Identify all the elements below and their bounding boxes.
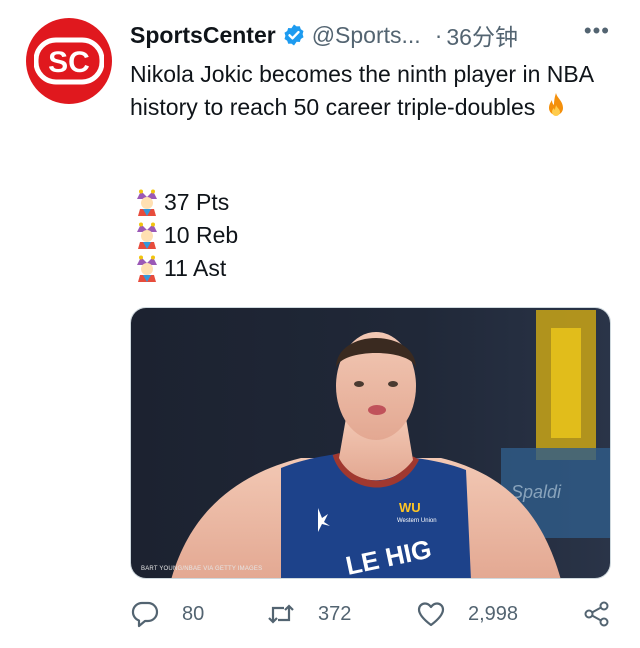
- stat-points-label: 37 Pts: [164, 189, 230, 215]
- tweet-text: Nikola Jokic becomes the ninth player in…: [130, 58, 600, 124]
- reply-icon: [131, 601, 159, 628]
- photo-credit: BART YOUNG/NBAE VIA GETTY IMAGES: [141, 566, 263, 572]
- tweet-header: SportsCenter @Sports... · 36分钟 •••: [130, 18, 620, 52]
- heart-icon: [417, 602, 445, 627]
- player-photo: Spaldi WU Western Union LE HIG: [131, 308, 610, 578]
- action-bar: 80 372 2,998: [130, 596, 620, 632]
- joker-emoji-icon: [137, 255, 157, 282]
- fire-emoji-icon: [549, 93, 564, 116]
- share-icon: [584, 601, 609, 627]
- stat-assists: 11 Ast: [134, 252, 238, 285]
- retweet-icon: [268, 604, 294, 624]
- jersey-logo-sub: Western Union: [397, 518, 437, 524]
- joker-emoji-icon: [137, 189, 157, 216]
- author-name[interactable]: SportsCenter: [130, 22, 276, 49]
- jersey-logo: WU: [399, 500, 421, 515]
- stat-assists-label: 11 Ast: [164, 255, 227, 281]
- stat-points: 37 Pts: [134, 186, 238, 219]
- sc-logo-icon: SC: [34, 37, 104, 85]
- separator-dot: ·: [434, 21, 443, 48]
- media-image[interactable]: Spaldi WU Western Union LE HIG BART YOUN…: [130, 307, 611, 579]
- retweet-count: 372: [318, 602, 352, 625]
- more-options-icon[interactable]: •••: [584, 18, 610, 44]
- author-handle[interactable]: @Sports...: [312, 22, 421, 49]
- stat-rebounds-label: 10 Reb: [164, 222, 239, 248]
- like-count: 2,998: [468, 602, 519, 625]
- stat-list: 37 Pts 10 Reb 11 Ast: [134, 186, 238, 285]
- retweet-button[interactable]: 372: [266, 596, 351, 632]
- reply-count: 80: [182, 602, 205, 625]
- avatar[interactable]: SC: [26, 18, 112, 104]
- joker-emoji-icon: [137, 222, 157, 249]
- svg-text:Spaldi: Spaldi: [511, 482, 562, 502]
- timestamp[interactable]: 36分钟: [446, 18, 518, 52]
- like-button[interactable]: 2,998: [416, 596, 518, 632]
- svg-text:SC: SC: [48, 46, 90, 79]
- stat-rebounds: 10 Reb: [134, 219, 238, 252]
- share-button[interactable]: [582, 596, 612, 632]
- reply-button[interactable]: 80: [130, 596, 204, 632]
- verified-badge-icon: [284, 24, 304, 46]
- tweet-text-line: Nikola Jokic becomes the ninth player in…: [130, 61, 593, 120]
